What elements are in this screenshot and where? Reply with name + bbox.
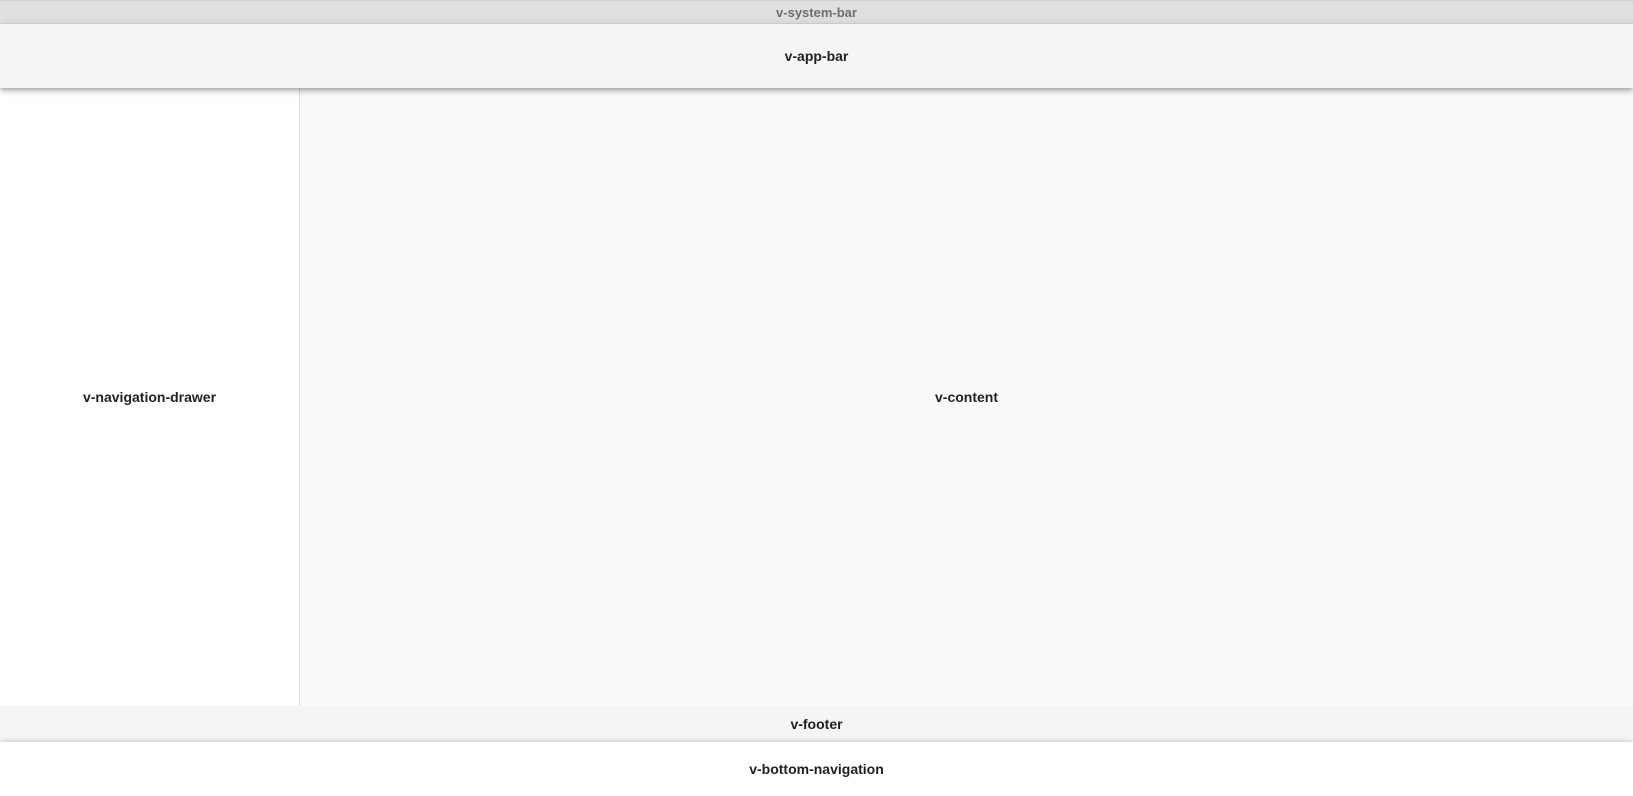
bottom-navigation-label: v-bottom-navigation <box>749 761 884 777</box>
main-content: v-content <box>300 88 1633 706</box>
bottom-navigation: v-bottom-navigation <box>0 742 1633 796</box>
app-bar-label: v-app-bar <box>784 48 849 64</box>
system-bar: v-system-bar <box>0 0 1633 24</box>
navigation-drawer-label: v-navigation-drawer <box>82 389 217 405</box>
app-bar: v-app-bar <box>0 24 1633 88</box>
footer-label: v-footer <box>790 716 843 732</box>
content-label: v-content <box>935 389 998 405</box>
navigation-drawer: v-navigation-drawer <box>0 88 300 706</box>
system-bar-label: v-system-bar <box>776 4 857 20</box>
footer: v-footer <box>0 706 1633 742</box>
app-layout: v-system-bar v-app-bar v-navigation-draw… <box>0 0 1633 796</box>
